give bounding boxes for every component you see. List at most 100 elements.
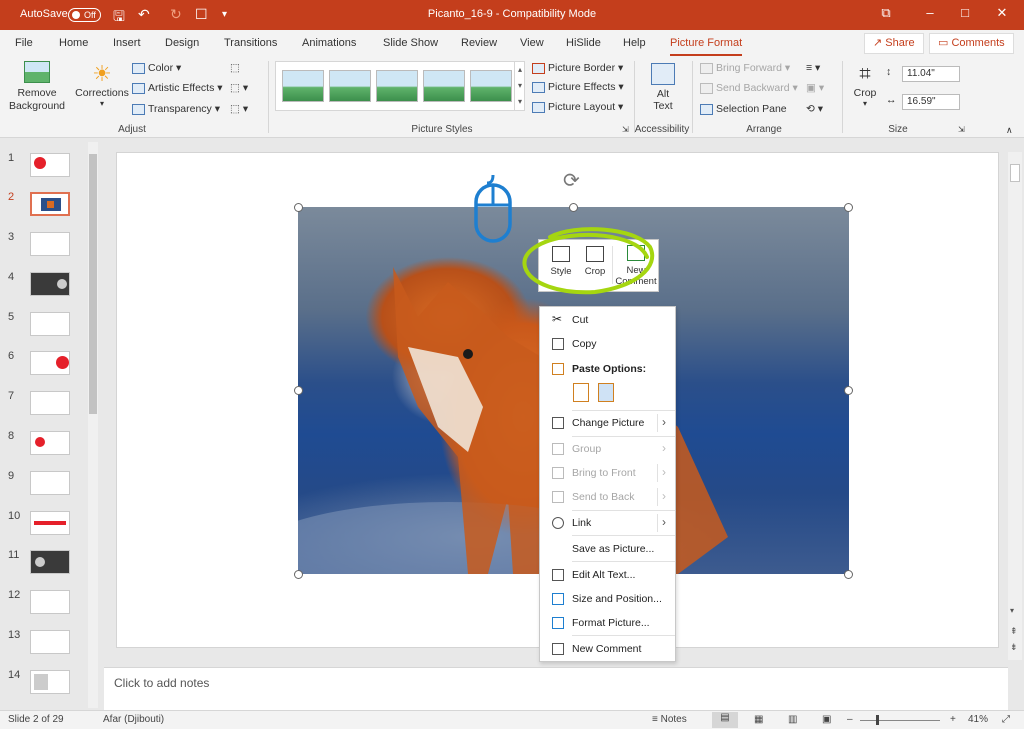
menu-item-cut[interactable]: ✂ Cut <box>540 309 675 331</box>
collapse-ribbon-icon[interactable]: ∧ <box>1006 125 1013 136</box>
slide-thumbnail-8[interactable] <box>30 431 70 455</box>
zoom-slider[interactable] <box>860 720 940 721</box>
send-backward-button[interactable]: Send Backward ▾ <box>700 82 798 94</box>
selection-pane-button[interactable]: Selection Pane <box>700 103 787 115</box>
slide-thumbnail-12[interactable] <box>30 590 70 614</box>
remove-background-button[interactable]: Remove Background <box>8 61 66 113</box>
maximize-icon[interactable]: □ <box>955 5 975 20</box>
tab-animations[interactable]: Animations <box>302 37 356 49</box>
picture-style-5[interactable] <box>470 70 512 102</box>
slide-thumbnail-4[interactable] <box>30 272 70 296</box>
menu-item-size-and-position[interactable]: Size and Position... <box>540 588 675 610</box>
gallery-scroll[interactable]: ▴ ▾ ▾ <box>514 62 525 110</box>
comments-button[interactable]: ▭ Comments <box>929 33 1014 54</box>
height-field[interactable]: 11.04" <box>902 66 960 82</box>
picture-style-4[interactable] <box>423 70 465 102</box>
scroll-down-icon[interactable]: ▾ <box>1010 606 1014 615</box>
compress-pictures-icon[interactable]: ⬚ <box>230 62 240 74</box>
slide-sorter-icon[interactable]: ▦ <box>754 714 763 725</box>
tab-insert[interactable]: Insert <box>113 37 141 49</box>
menu-item-link[interactable]: Link › <box>540 512 675 534</box>
picture-layout-button[interactable]: Picture Layout ▾ <box>532 101 623 113</box>
slide-thumbnail-3[interactable] <box>30 232 70 256</box>
resize-handle[interactable] <box>294 386 303 395</box>
menu-item-group[interactable]: Group › <box>540 438 675 460</box>
menu-item-send-to-back[interactable]: Send to Back › <box>540 486 675 508</box>
resize-handle[interactable] <box>844 203 853 212</box>
slide-show-icon[interactable]: ▣ <box>822 714 831 725</box>
tab-file[interactable]: File <box>15 37 33 49</box>
share-button[interactable]: ↗ Share <box>864 33 924 54</box>
menu-item-new-comment[interactable]: New Comment <box>540 638 675 660</box>
crop-button[interactable]: ⌗ Crop ▾ <box>850 61 880 108</box>
tab-design[interactable]: Design <box>165 37 199 49</box>
group-icon[interactable]: ▣ ▾ <box>806 82 824 94</box>
resize-handle[interactable] <box>844 386 853 395</box>
previous-slide-icon[interactable]: ⇞ <box>1010 626 1018 637</box>
rotate-icon[interactable]: ⟲ ▾ <box>806 103 823 115</box>
tab-home[interactable]: Home <box>59 37 88 49</box>
paste-keep-source-icon[interactable] <box>573 383 589 402</box>
paste-as-picture-icon[interactable] <box>598 383 614 402</box>
slide-thumbnail-13[interactable] <box>30 630 70 654</box>
menu-item-edit-alt-text[interactable]: Edit Alt Text... <box>540 564 675 586</box>
picture-border-button[interactable]: Picture Border ▾ <box>532 62 623 74</box>
thumbnails-scroll-thumb[interactable] <box>89 154 97 414</box>
tab-view[interactable]: View <box>520 37 544 49</box>
artistic-effects-button[interactable]: Artistic Effects ▾ <box>132 82 223 94</box>
slide-thumbnail-2[interactable] <box>30 192 70 216</box>
slide-thumbnail-14[interactable] <box>30 670 70 694</box>
picture-style-2[interactable] <box>329 70 371 102</box>
align-icon[interactable]: ≡ ▾ <box>806 62 820 74</box>
language-indicator[interactable]: Afar (Djibouti) <box>103 714 164 725</box>
menu-item-format-picture[interactable]: Format Picture... <box>540 612 675 634</box>
slide-thumbnail-7[interactable] <box>30 391 70 415</box>
zoom-slider-thumb[interactable] <box>876 715 879 725</box>
notes-pane[interactable]: Click to add notes <box>104 667 1008 710</box>
color-button[interactable]: Color ▾ <box>132 62 181 74</box>
close-icon[interactable]: ✕ <box>992 5 1012 21</box>
slide-thumbnail-9[interactable] <box>30 471 70 495</box>
tab-slide-show[interactable]: Slide Show <box>383 37 438 49</box>
zoom-in-icon[interactable]: + <box>950 714 956 725</box>
change-picture-icon[interactable]: ⬚ ▾ <box>230 82 248 94</box>
normal-view-icon[interactable]: ▤ <box>712 712 738 728</box>
fit-to-window-icon[interactable]: ⤢ <box>1002 714 1010 725</box>
ribbon-display-icon[interactable]: ⧉ <box>876 5 896 21</box>
picture-effects-button[interactable]: Picture Effects ▾ <box>532 81 624 93</box>
picture-style-1[interactable] <box>282 70 324 102</box>
reading-view-icon[interactable]: ▥ <box>788 714 797 725</box>
slide-thumbnail-5[interactable] <box>30 312 70 336</box>
slide-thumbnail-10[interactable] <box>30 511 70 535</box>
zoom-level[interactable]: 41% <box>968 714 988 725</box>
width-field[interactable]: 16.59" <box>902 94 960 110</box>
size-launcher-icon[interactable]: ⇲ <box>958 125 965 134</box>
menu-item-save-as-picture[interactable]: Save as Picture... <box>540 538 675 560</box>
tab-picture-format[interactable]: Picture Format <box>670 37 743 56</box>
zoom-out-icon[interactable]: – <box>847 714 853 725</box>
tab-transitions[interactable]: Transitions <box>224 37 277 49</box>
menu-item-change-picture[interactable]: Change Picture › <box>540 412 675 434</box>
minimize-icon[interactable]: – <box>920 5 940 20</box>
reset-picture-icon[interactable]: ⬚ ▾ <box>230 103 248 115</box>
alt-text-button[interactable]: Alt Text <box>646 63 680 112</box>
resize-handle[interactable] <box>294 203 303 212</box>
notes-button[interactable]: ≡ Notes <box>652 714 687 725</box>
menu-item-bring-to-front[interactable]: Bring to Front › <box>540 462 675 484</box>
resize-handle[interactable] <box>569 203 578 212</box>
resize-handle[interactable] <box>844 570 853 579</box>
tab-hislide[interactable]: HiSlide <box>566 37 601 49</box>
slide-scrollbar[interactable]: ▾ ⇞ ⇟ <box>1008 152 1022 660</box>
tab-help[interactable]: Help <box>623 37 646 49</box>
slide-thumbnail-1[interactable] <box>30 153 70 177</box>
transparency-button[interactable]: Transparency ▾ <box>132 103 220 115</box>
corrections-button[interactable]: ☀ Corrections ▾ <box>74 61 130 108</box>
next-slide-icon[interactable]: ⇟ <box>1010 642 1018 653</box>
menu-item-copy[interactable]: Copy <box>540 333 675 355</box>
tab-review[interactable]: Review <box>461 37 497 49</box>
picture-style-3[interactable] <box>376 70 418 102</box>
bring-forward-button[interactable]: Bring Forward ▾ <box>700 62 790 74</box>
resize-handle[interactable] <box>294 570 303 579</box>
thumbnails-scrollbar[interactable] <box>88 142 98 708</box>
format-picture-launcher-icon[interactable]: ⇲ <box>622 125 629 134</box>
